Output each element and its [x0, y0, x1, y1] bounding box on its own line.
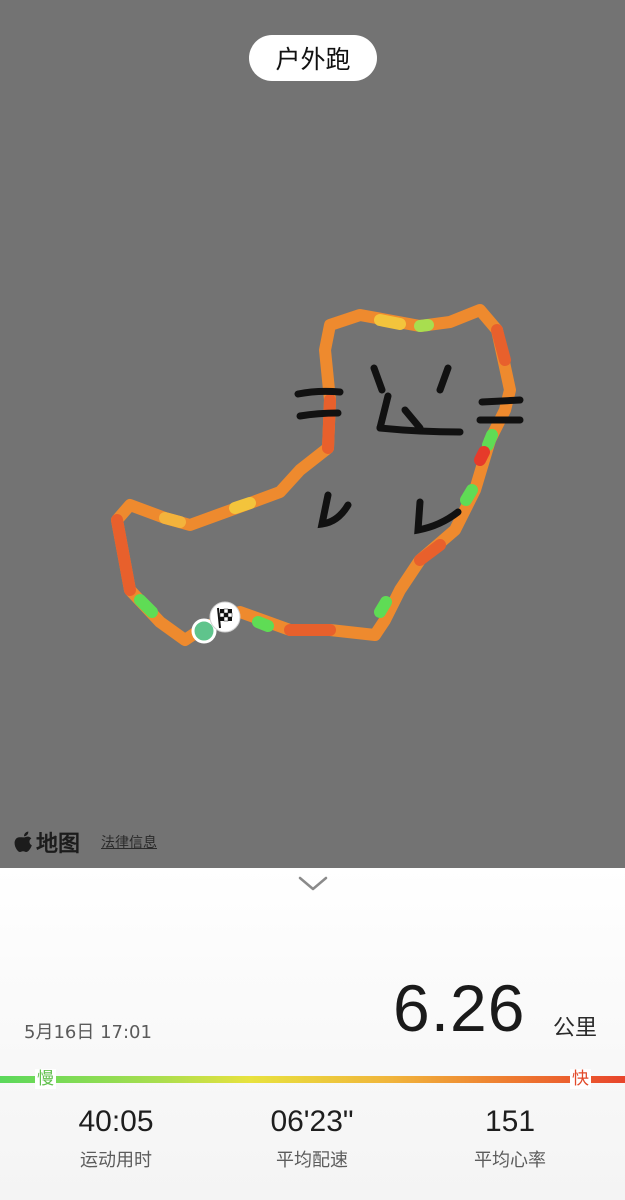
stat-pace: 06'23" 平均配速 [212, 1102, 412, 1172]
apple-icon [14, 831, 32, 852]
slow-pace-label: 慢 [35, 1069, 56, 1089]
workout-date: 5月16日 17:01 [24, 1022, 152, 1043]
pace-value: 06'23" [270, 1105, 354, 1138]
maps-logo-text: 地图 [36, 832, 81, 857]
pace-gradient-bar [0, 1076, 625, 1083]
workout-detail-screen: 户外跑 地图 法律信息 5月16日 17:01 6.26 公里 慢 快 40:0… [0, 0, 625, 1200]
checkered-flag-icon [209, 601, 241, 633]
duration-value: 40:05 [78, 1105, 154, 1138]
distance-unit: 公里 [553, 1016, 598, 1041]
workout-type-title: 户外跑 [249, 35, 377, 81]
route-drawing [111, 304, 524, 646]
running-route [111, 304, 516, 646]
legal-info-link[interactable]: 法律信息 [101, 832, 157, 852]
heart-rate-value: 151 [484, 1105, 536, 1138]
route-map[interactable]: 户外跑 地图 法律信息 [0, 0, 625, 868]
distance-value: 6.26 [393, 971, 526, 1045]
fast-pace-label: 快 [570, 1069, 591, 1089]
pace-label: 平均配速 [276, 1150, 348, 1171]
stat-duration: 40:05 运动用时 [16, 1102, 216, 1172]
stat-heart-rate: 151 平均心率 [410, 1102, 610, 1172]
chevron-down-icon[interactable] [297, 875, 329, 893]
apple-maps-logo: 地图 [14, 826, 80, 858]
heart-rate-label: 平均心率 [474, 1150, 546, 1171]
duration-label: 运动用时 [80, 1150, 152, 1171]
